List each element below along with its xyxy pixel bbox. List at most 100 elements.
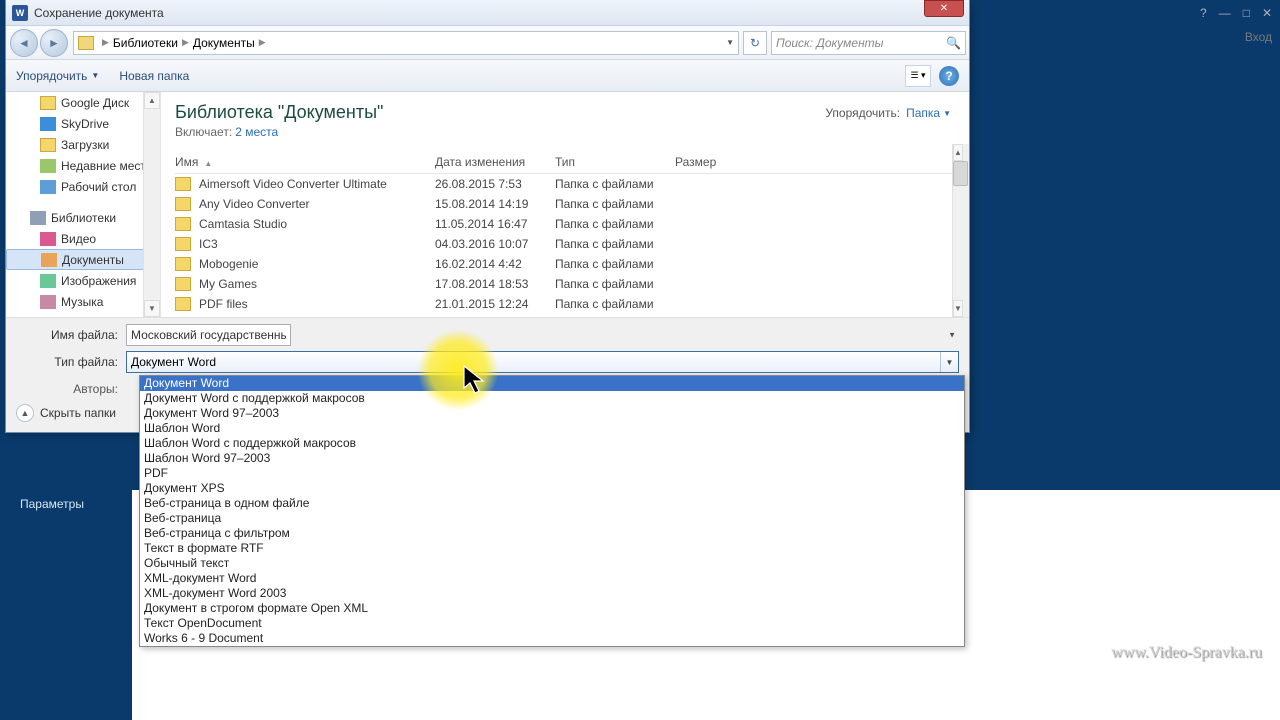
restore-icon[interactable]: □ <box>1243 6 1250 20</box>
nav-back-button[interactable]: ◄ <box>10 29 38 57</box>
view-options-button[interactable]: ☰ ▾ <box>905 65 931 87</box>
breadcrumb-item[interactable]: Библиотеки <box>113 36 178 50</box>
dropdown-option[interactable]: Документ Word с поддержкой макросов <box>140 391 964 406</box>
folder-icon <box>175 277 191 291</box>
scroll-thumb[interactable] <box>953 161 968 186</box>
sidebar-item[interactable]: Недавние места <box>6 155 160 176</box>
dropdown-option[interactable]: Веб-страница в одном файле <box>140 496 964 511</box>
sidebar-item[interactable]: Google Диск <box>6 92 160 113</box>
help-icon[interactable]: ? <box>1200 6 1207 20</box>
column-headers: Имя▲ Дата изменения Тип Размер <box>175 151 955 174</box>
table-row[interactable]: Camtasia Studio11.05.2014 16:47Папка с ф… <box>175 214 955 234</box>
sidebar-icon <box>40 295 56 309</box>
search-icon[interactable]: 🔍 <box>946 36 961 50</box>
dropdown-option[interactable]: Веб-страница <box>140 511 964 526</box>
sidebar-icon <box>40 159 56 173</box>
organize-button[interactable]: Упорядочить▼ <box>16 69 99 83</box>
window-title: Сохранение документа <box>34 6 924 20</box>
filetype-value: Документ Word <box>131 355 216 369</box>
nav-forward-button[interactable]: ► <box>40 29 68 57</box>
column-date[interactable]: Дата изменения <box>435 155 555 169</box>
help-button[interactable]: ? <box>939 66 959 86</box>
system-buttons: ? — □ ✕ <box>1200 6 1272 20</box>
sidebar-icon <box>40 274 56 288</box>
table-row[interactable]: Any Video Converter15.08.2014 14:19Папка… <box>175 194 955 214</box>
chevron-down-icon: ▼ <box>91 71 99 80</box>
close-app-icon[interactable]: ✕ <box>1262 6 1272 20</box>
chevron-down-icon[interactable]: ▼ <box>940 352 958 372</box>
scroll-up-icon[interactable]: ▲ <box>144 92 160 109</box>
sidebar-icon <box>40 117 56 131</box>
sidebar-item[interactable]: Загрузки <box>6 134 160 155</box>
chevron-down-icon[interactable]: ▼ <box>948 331 956 340</box>
filetype-select[interactable]: Документ Word ▼ <box>126 351 959 373</box>
dropdown-option[interactable]: Текст в формате RTF <box>140 541 964 556</box>
scrollbar[interactable]: ▲ ▼ <box>143 92 160 317</box>
breadcrumb[interactable]: ▶ Библиотеки ▶ Документы ▶ ▼ <box>73 31 739 55</box>
navbar: ◄ ► ▶ Библиотеки ▶ Документы ▶ ▼ ↻ Поиск… <box>6 26 969 60</box>
breadcrumb-item[interactable]: Документы <box>193 36 255 50</box>
dropdown-option[interactable]: Документ Word <box>140 376 964 391</box>
main-area: Google ДискSkyDriveЗагрузкиНедавние мест… <box>6 92 969 317</box>
sidebar-item[interactable]: Изображения <box>6 270 160 291</box>
refresh-button[interactable]: ↻ <box>743 31 767 55</box>
dropdown-option[interactable]: Документ в строгом формате Open XML <box>140 601 964 616</box>
scroll-up-icon[interactable]: ▲ <box>953 144 963 161</box>
login-link[interactable]: Вход <box>1245 30 1272 44</box>
dropdown-option[interactable]: Обычный текст <box>140 556 964 571</box>
dropdown-option[interactable]: Документ Word 97–2003 <box>140 406 964 421</box>
toolbar: Упорядочить▼ Новая папка ☰ ▾ ? <box>6 60 969 92</box>
table-row[interactable]: Aimersoft Video Converter Ultimate26.08.… <box>175 174 955 194</box>
sidebar-item[interactable]: Музыка <box>6 291 160 312</box>
file-list-area: Библиотека "Документы" Включает: 2 места… <box>161 92 969 317</box>
dropdown-option[interactable]: XML-документ Word <box>140 571 964 586</box>
table-row[interactable]: Mobogenie16.02.2014 4:42Папка с файлами <box>175 254 955 274</box>
filetype-dropdown[interactable]: Документ WordДокумент Word с поддержкой … <box>139 375 965 647</box>
sidebar-libraries[interactable]: Библиотеки <box>6 207 160 228</box>
table-row[interactable]: My Games17.08.2014 18:53Папка с файлами <box>175 274 955 294</box>
chevron-down-icon[interactable]: ▼ <box>943 109 951 118</box>
params-label[interactable]: Параметры <box>20 497 84 511</box>
scrollbar[interactable]: ▲ ▼ <box>952 144 969 317</box>
sort-value[interactable]: Папка <box>906 106 940 120</box>
sidebar-item[interactable]: Видео <box>6 228 160 249</box>
scroll-down-icon[interactable]: ▼ <box>144 300 160 317</box>
filename-input[interactable] <box>126 324 291 346</box>
dropdown-option[interactable]: XML-документ Word 2003 <box>140 586 964 601</box>
table-row[interactable]: PDF files21.01.2015 12:24Папка с файлами <box>175 294 955 314</box>
sidebar-icon <box>40 180 56 194</box>
new-folder-button[interactable]: Новая папка <box>119 69 189 83</box>
dropdown-option[interactable]: Шаблон Word с поддержкой макросов <box>140 436 964 451</box>
folder-icon <box>175 297 191 311</box>
dropdown-option[interactable]: Текст OpenDocument <box>140 616 964 631</box>
sidebar-item[interactable]: SkyDrive <box>6 113 160 134</box>
hide-folders-button[interactable]: ▲ Скрыть папки <box>16 404 116 422</box>
close-button[interactable]: ✕ <box>924 0 964 17</box>
dropdown-option[interactable]: PDF <box>140 466 964 481</box>
column-type[interactable]: Тип <box>555 155 675 169</box>
libraries-icon <box>30 211 46 225</box>
minimize-icon[interactable]: — <box>1219 6 1231 20</box>
dropdown-option[interactable]: Works 6 - 9 Document <box>140 631 964 646</box>
sort-control: Упорядочить: Папка ▼ <box>825 106 951 120</box>
chevron-down-icon[interactable]: ▼ <box>726 38 734 47</box>
file-rows: Aimersoft Video Converter Ultimate26.08.… <box>175 174 955 314</box>
scroll-down-icon[interactable]: ▼ <box>953 300 963 317</box>
watermark: www.Video-Spravka.ru <box>1111 644 1262 662</box>
chevron-right-icon: ▶ <box>102 37 109 48</box>
column-size[interactable]: Размер <box>675 155 755 169</box>
search-input[interactable]: Поиск: Документы 🔍 <box>771 31 966 55</box>
column-name[interactable]: Имя▲ <box>175 155 435 169</box>
chevron-up-icon: ▲ <box>16 404 34 422</box>
sidebar-item[interactable]: Документы <box>6 249 160 270</box>
filetype-label: Тип файла: <box>16 355 126 369</box>
includes-link[interactable]: 2 места <box>235 125 278 139</box>
sidebar-item[interactable]: Рабочий стол <box>6 176 160 197</box>
dropdown-option[interactable]: Веб-страница с фильтром <box>140 526 964 541</box>
dropdown-option[interactable]: Шаблон Word <box>140 421 964 436</box>
sort-asc-icon: ▲ <box>204 159 212 168</box>
dropdown-option[interactable]: Шаблон Word 97–2003 <box>140 451 964 466</box>
dropdown-option[interactable]: Документ XPS <box>140 481 964 496</box>
table-row[interactable]: IC304.03.2016 10:07Папка с файлами <box>175 234 955 254</box>
folder-icon <box>78 36 94 50</box>
